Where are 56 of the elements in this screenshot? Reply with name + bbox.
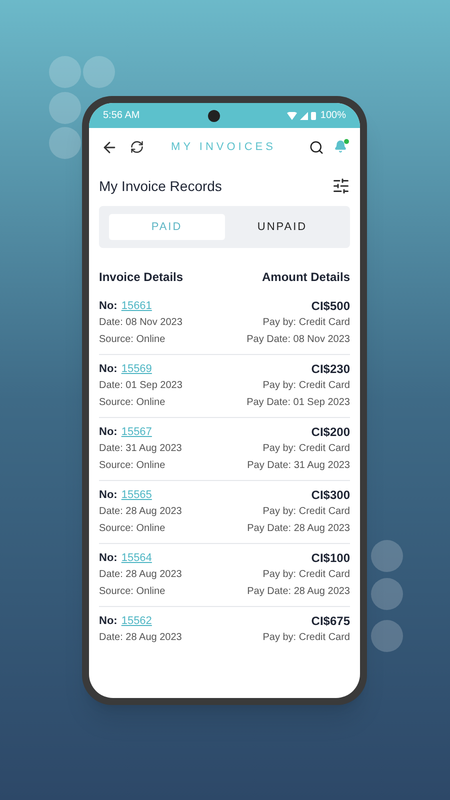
invoice-source: Source: Online [99,396,166,410]
payment-method: Pay by: Credit Card [262,442,350,456]
payment-method: Pay by: Credit Card [262,316,350,330]
app-bar-title: MY INVOICES [170,140,277,155]
invoice-source: Source: Online [99,333,166,347]
invoice-number-link[interactable]: 15562 [121,614,152,628]
payment-date: Pay Date: 08 Nov 2023 [246,333,350,347]
page-title: My Invoice Records [99,176,222,196]
invoice-date: Date: 28 Aug 2023 [99,505,182,519]
invoice-number-label: No: [99,614,118,628]
invoice-amount: CI$230 [311,362,350,376]
invoice-number-label: No: [99,551,118,565]
invoice-number-label: No: [99,299,118,313]
invoice-number-link[interactable]: 15661 [121,299,152,313]
payment-method: Pay by: Credit Card [262,568,350,582]
camera-icon [208,110,220,122]
invoice-amount: CI$675 [311,614,350,628]
invoice-number-link[interactable]: 15567 [121,425,152,439]
refresh-icon[interactable] [130,140,144,154]
invoice-number-label: No: [99,362,118,376]
invoice-number-label: No: [99,488,118,502]
payment-date: Pay Date: 28 Aug 2023 [247,522,350,536]
invoice-amount: CI$300 [311,488,350,502]
invoice-amount: CI$200 [311,425,350,439]
invoice-number-link[interactable]: 15565 [121,488,152,502]
column-header: Invoice Details [99,269,184,286]
status-time: 5:56 AM [103,109,140,123]
payment-method: Pay by: Credit Card [262,505,350,519]
search-icon[interactable] [309,140,324,154]
invoice-source: Source: Online [99,522,166,536]
invoice-amount: CI$500 [311,299,350,313]
invoice-number-link[interactable]: 15569 [121,362,152,376]
invoice-source: Source: Online [99,459,166,473]
tab[interactable]: PAID [109,214,224,240]
invoice-date: Date: 01 Sep 2023 [99,379,182,393]
filter-icon[interactable] [332,177,350,195]
invoice-date: Date: 28 Aug 2023 [99,631,182,645]
wifi-icon [287,112,298,120]
invoice-number-link[interactable]: 15564 [121,551,152,565]
battery-icon [311,111,316,120]
battery-percent: 100% [320,109,346,123]
tab[interactable]: UNPAID [224,214,340,240]
invoice-source: Source: Online [99,585,166,599]
signal-icon [300,112,308,120]
payment-method: Pay by: Credit Card [262,631,350,645]
payment-date: Pay Date: 01 Sep 2023 [246,396,350,410]
payment-date: Pay Date: 28 Aug 2023 [247,585,350,599]
invoice-amount: CI$100 [311,551,350,565]
payment-date: Pay Date: 31 Aug 2023 [247,459,350,473]
invoice-number-label: No: [99,425,118,439]
invoice-date: Date: 31 Aug 2023 [99,442,182,456]
notification-bell-icon[interactable] [334,140,348,154]
column-header: Amount Details [262,269,350,286]
payment-method: Pay by: Credit Card [262,379,350,393]
invoice-date: Date: 08 Nov 2023 [99,316,182,330]
invoice-date: Date: 28 Aug 2023 [99,568,182,582]
